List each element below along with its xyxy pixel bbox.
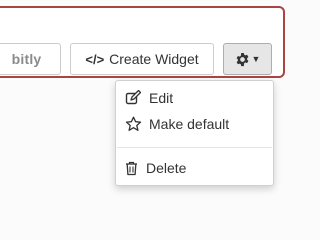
bitly-button[interactable]: bitly	[0, 43, 61, 75]
menu-item-make-default[interactable]: Make default	[125, 116, 229, 132]
menu-item-edit[interactable]: Edit	[125, 90, 173, 106]
menu-divider	[117, 147, 272, 148]
edit-icon	[125, 90, 143, 106]
menu-item-label: Edit	[149, 90, 174, 106]
settings-dropdown-button[interactable]: ▼	[223, 43, 272, 75]
gear-icon	[236, 52, 248, 66]
code-icon: </>	[85, 51, 105, 67]
settings-dropdown-menu: Edit Make default Delete	[115, 80, 274, 186]
create-widget-label: Create Widget	[109, 51, 199, 67]
menu-item-label: Delete	[146, 160, 187, 176]
create-widget-button[interactable]: </> Create Widget	[70, 43, 214, 75]
star-outline-icon	[125, 116, 143, 132]
menu-item-delete[interactable]: Delete	[125, 160, 186, 176]
bitly-logo: bitly	[11, 51, 42, 67]
caret-down-icon: ▼	[251, 54, 261, 64]
trash-icon	[125, 161, 140, 176]
menu-item-label: Make default	[149, 116, 230, 132]
